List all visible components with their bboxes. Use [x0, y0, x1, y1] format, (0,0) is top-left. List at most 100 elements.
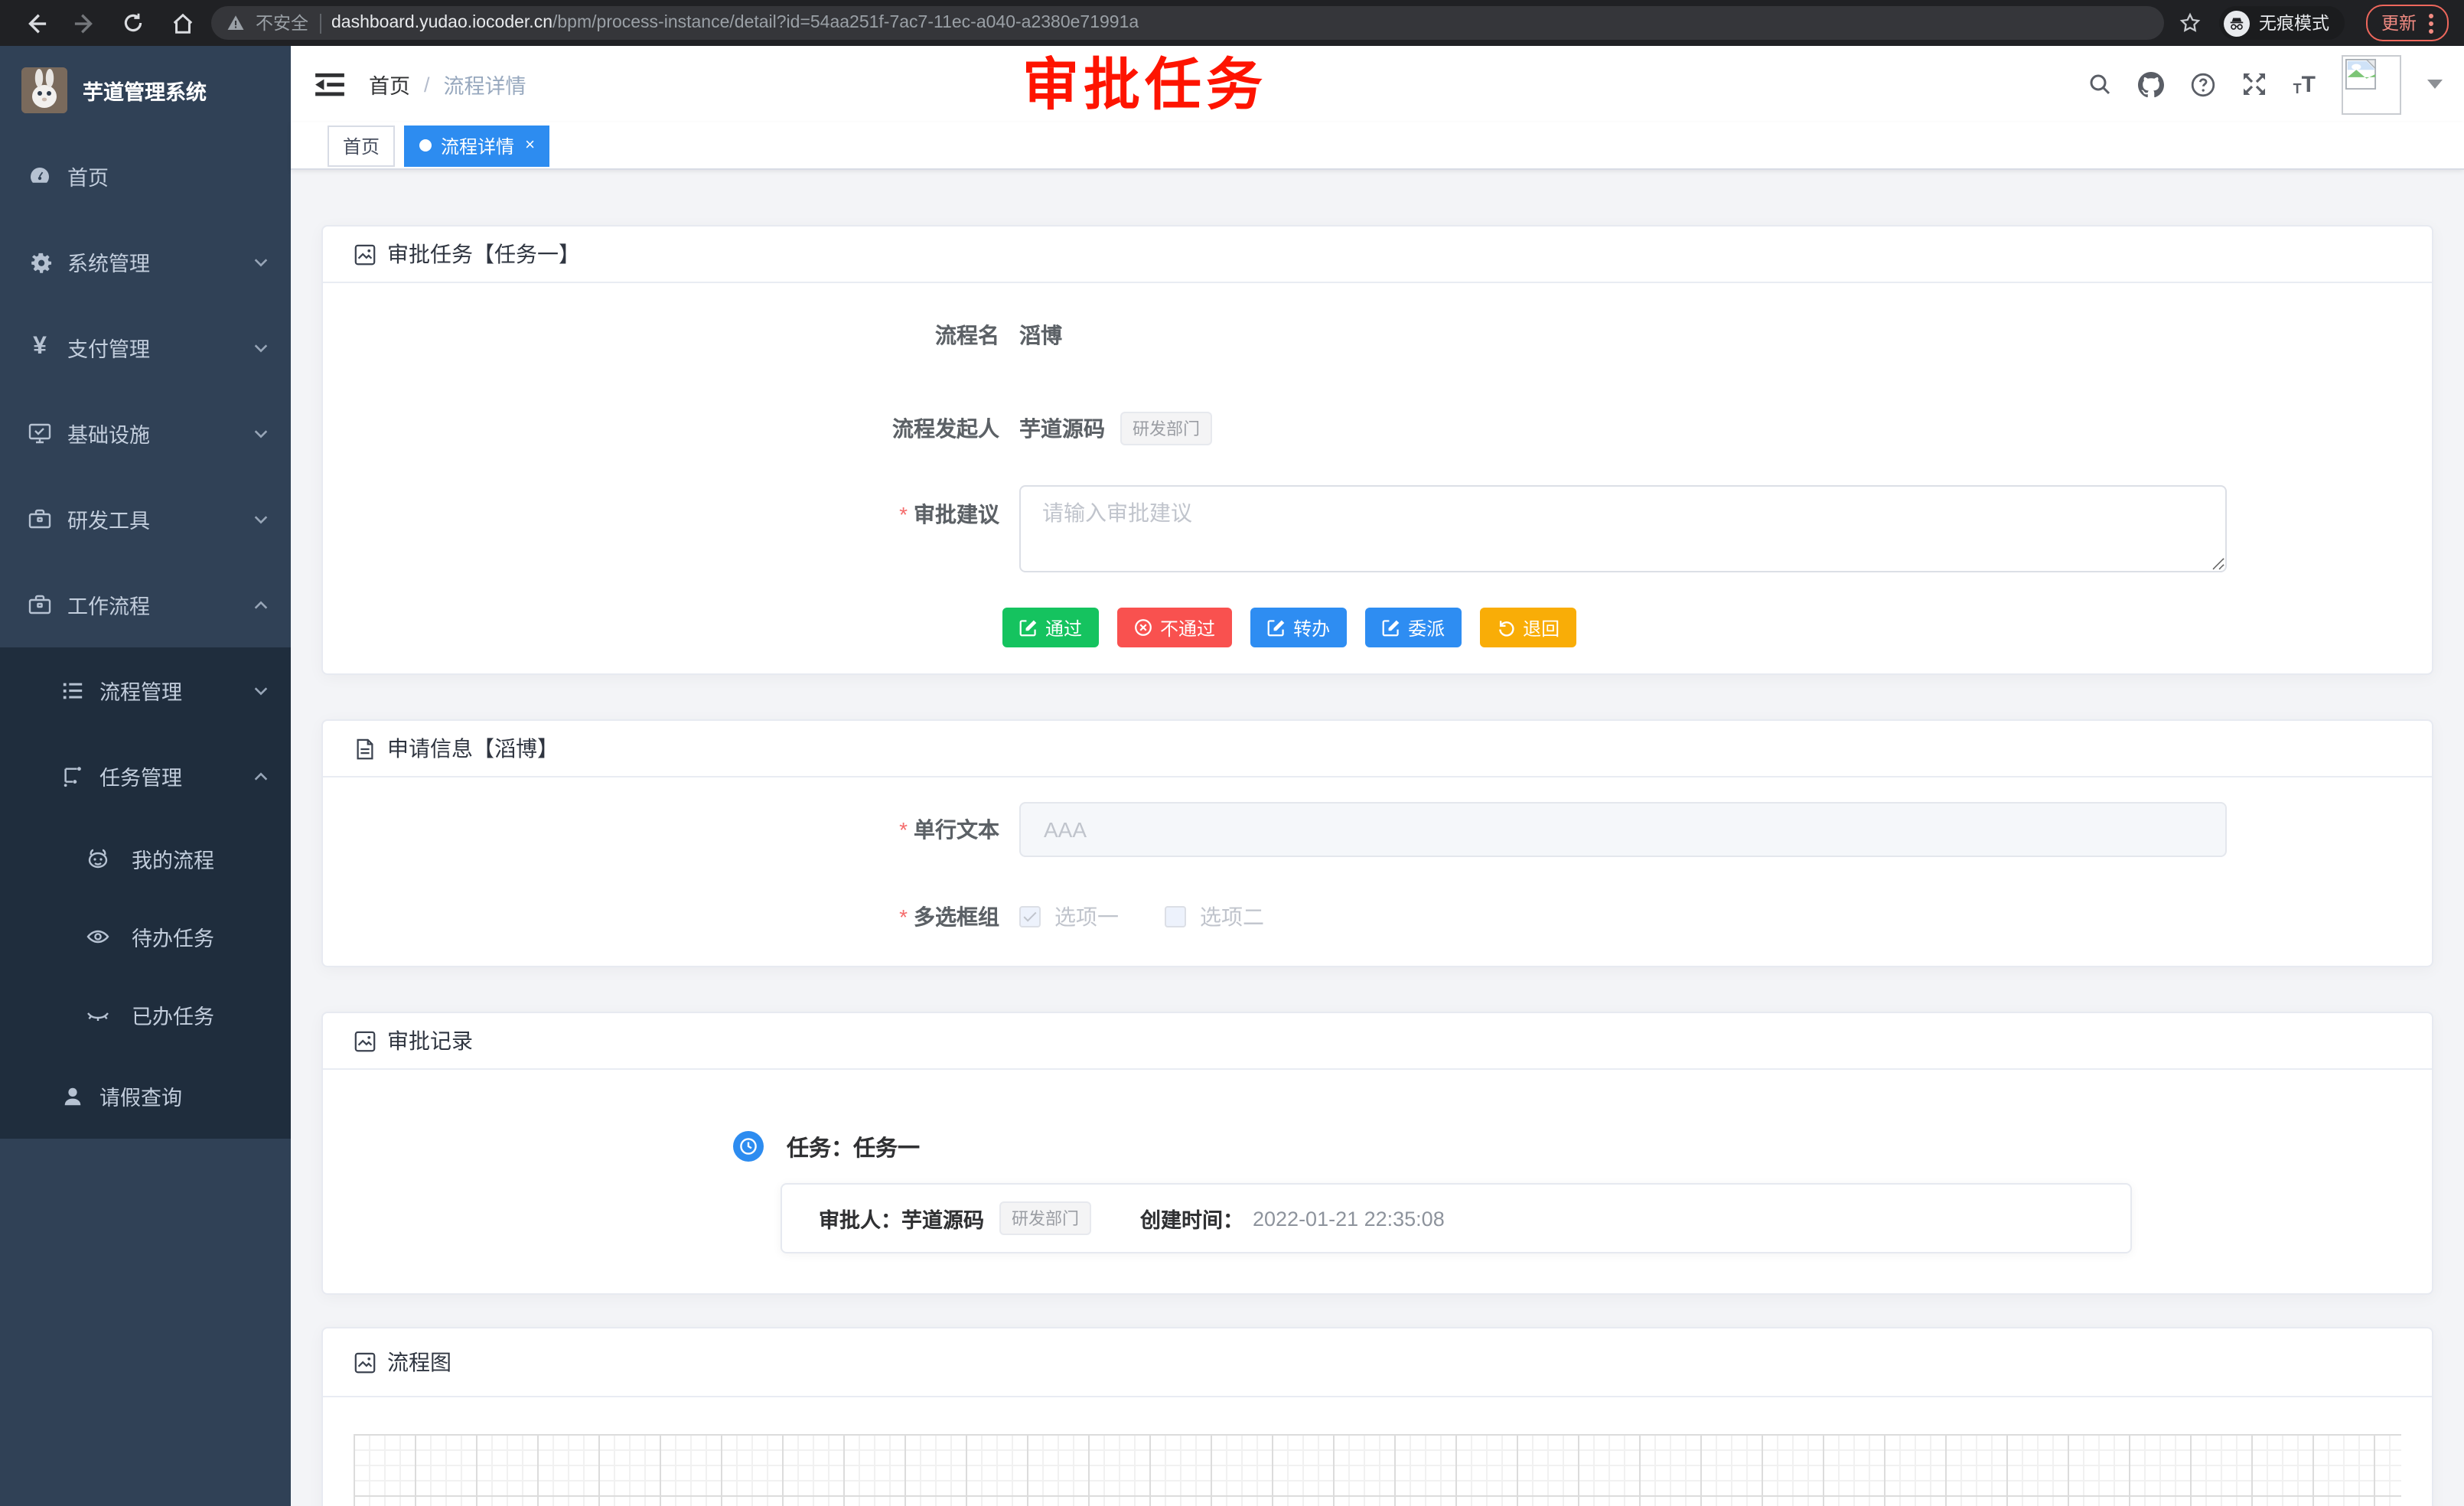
- sidebar-item-label: 研发工具: [67, 504, 253, 534]
- fullscreen-icon[interactable]: [2243, 72, 2267, 96]
- suggestion-label: *审批建议: [354, 499, 999, 530]
- logo-rabbit-image: [21, 67, 67, 112]
- button-label: 通过: [1045, 614, 1082, 641]
- button-label: 不通过: [1160, 614, 1215, 641]
- sidebar-item-todo-tasks[interactable]: 待办任务: [0, 897, 291, 975]
- sidebar-item-label: 任务管理: [99, 761, 253, 791]
- text-field-row: *单行文本: [354, 802, 2401, 857]
- github-icon[interactable]: [2139, 71, 2165, 97]
- button-label: 转办: [1293, 614, 1330, 641]
- checkbox-group-row: *多选框组 选项一 选项二: [354, 894, 2401, 940]
- tab-label: 流程详情: [441, 132, 514, 158]
- clock-icon: [733, 1131, 764, 1162]
- breadcrumb-separator: /: [424, 73, 430, 96]
- sidebar-item-infra[interactable]: 基础设施: [0, 390, 291, 476]
- forward-icon[interactable]: [64, 3, 104, 43]
- avatar-caret-icon[interactable]: [2427, 80, 2443, 89]
- eye-closed-icon: [86, 1002, 110, 1026]
- face-icon: [86, 846, 110, 870]
- create-time-label: 创建时间：: [1140, 1203, 1243, 1234]
- tab-close-icon[interactable]: ×: [525, 136, 535, 155]
- avatar[interactable]: [2342, 54, 2401, 114]
- sidebar-item-label: 首页: [67, 161, 269, 191]
- approval-task-card-body: 流程名 滔博 流程发起人 芋道源码 研发部门 *审批建议: [323, 283, 2432, 673]
- sidebar-item-leave-query[interactable]: 请假查询: [0, 1053, 291, 1139]
- required-asterisk: *: [899, 817, 908, 842]
- single-line-text-input: [1019, 802, 2227, 857]
- picture-icon: [354, 1351, 376, 1374]
- sidebar-item-process-mgmt[interactable]: 流程管理: [0, 647, 291, 733]
- incognito-label: 无痕模式: [2259, 11, 2329, 35]
- sidebar-collapse-icon[interactable]: [315, 71, 344, 97]
- help-icon[interactable]: [2191, 71, 2217, 97]
- tab-process-detail[interactable]: 流程详情 ×: [404, 125, 550, 166]
- initiator-label: 流程发起人: [354, 413, 999, 444]
- return-button[interactable]: 退回: [1480, 608, 1576, 647]
- bookmark-star-icon[interactable]: [2179, 12, 2201, 34]
- sidebar-item-label: 我的流程: [132, 843, 269, 873]
- picture-icon: [354, 243, 376, 266]
- sidebar-item-workflow[interactable]: 工作流程: [0, 562, 291, 647]
- sidebar-item-home[interactable]: 首页: [0, 133, 291, 219]
- top-navbar: 首页 / 流程详情 审批任务: [291, 46, 2464, 122]
- card-title: 申请信息【滔博】: [387, 733, 559, 764]
- bpmn-diagram-canvas[interactable]: [354, 1434, 2401, 1506]
- sidebar-item-label: 流程管理: [99, 675, 253, 706]
- dept-tag: 研发部门: [999, 1201, 1091, 1235]
- tree-list-icon: [60, 678, 84, 702]
- reload-icon[interactable]: [113, 3, 153, 43]
- approval-task-card-header: 审批任务【任务一】: [323, 227, 2432, 283]
- suggestion-textarea[interactable]: [1019, 485, 2227, 572]
- chevron-up-icon: [253, 768, 269, 784]
- sidebar-item-label: 已办任务: [132, 999, 269, 1029]
- toolbox-icon: [28, 507, 52, 531]
- approval-record-card-body: 任务：任务一 审批人： 芋道源码 研发部门 创建时间： 2022-01-21 2…: [323, 1070, 2432, 1293]
- sidebar-item-payment[interactable]: ¥ 支付管理: [0, 305, 291, 390]
- dept-tag: 研发部门: [1120, 412, 1212, 445]
- browser-menu-icon[interactable]: [2429, 13, 2433, 33]
- address-bar[interactable]: 不安全 dashboard.yudao.iocoder.cn/bpm/proce…: [211, 6, 2164, 40]
- sidebar-item-label: 待办任务: [132, 921, 269, 951]
- back-icon[interactable]: [15, 3, 55, 43]
- monitor-icon: [28, 421, 52, 445]
- delegate-button[interactable]: 委派: [1365, 608, 1462, 647]
- app-logo[interactable]: 芋道管理系统: [0, 46, 291, 133]
- dashboard-icon: [28, 164, 52, 188]
- briefcase-icon: [28, 592, 52, 617]
- approver-label: 审批人：: [819, 1203, 901, 1234]
- flow-icon: [60, 764, 84, 788]
- checkbox-option-1: 选项一: [1019, 901, 1119, 932]
- red-annotation-text: 审批任务: [1022, 46, 1267, 122]
- reject-button[interactable]: 不通过: [1117, 608, 1232, 647]
- sidebar-item-done-tasks[interactable]: 已办任务: [0, 975, 291, 1053]
- font-size-icon[interactable]: TT: [2293, 73, 2316, 96]
- incognito-badge: 无痕模式: [2219, 6, 2345, 40]
- breadcrumb-home[interactable]: 首页: [369, 69, 410, 99]
- chevron-down-icon: [253, 339, 269, 356]
- create-time-value: 2022-01-21 22:35:08: [1253, 1207, 1445, 1230]
- record-detail-box: 审批人： 芋道源码 研发部门 创建时间： 2022-01-21 22:35:08: [781, 1183, 2132, 1253]
- sidebar-item-system[interactable]: 系统管理: [0, 219, 291, 305]
- suggestion-row: *审批建议: [354, 485, 2401, 572]
- address-separator: [319, 13, 321, 33]
- search-icon[interactable]: [2088, 72, 2113, 96]
- circle-close-icon: [1134, 618, 1152, 637]
- card-title: 审批任务【任务一】: [387, 239, 580, 269]
- tab-home[interactable]: 首页: [328, 125, 395, 166]
- sidebar-item-task-mgmt[interactable]: 任务管理: [0, 733, 291, 819]
- screenshot-root: 不安全 dashboard.yudao.iocoder.cn/bpm/proce…: [0, 0, 2464, 1506]
- document-icon: [354, 737, 376, 760]
- timeline-item: 任务：任务一: [733, 1123, 2401, 1169]
- checkbox-option-2: 选项二: [1165, 901, 1264, 932]
- approve-button[interactable]: 通过: [1002, 608, 1099, 647]
- checkbox-checked-icon: [1019, 906, 1041, 927]
- url-text: dashboard.yudao.iocoder.cn/bpm/process-i…: [331, 14, 1139, 32]
- transfer-button[interactable]: 转办: [1250, 608, 1347, 647]
- initiator-name: 芋道源码: [1019, 413, 1105, 444]
- process-name-row: 流程名 滔博: [354, 308, 2401, 363]
- sidebar-item-my-process[interactable]: 我的流程: [0, 819, 291, 897]
- checkbox-label: 选项二: [1200, 901, 1264, 932]
- sidebar-item-devtools[interactable]: 研发工具: [0, 476, 291, 562]
- home-icon[interactable]: [162, 3, 202, 43]
- browser-update-button[interactable]: 更新: [2366, 5, 2449, 41]
